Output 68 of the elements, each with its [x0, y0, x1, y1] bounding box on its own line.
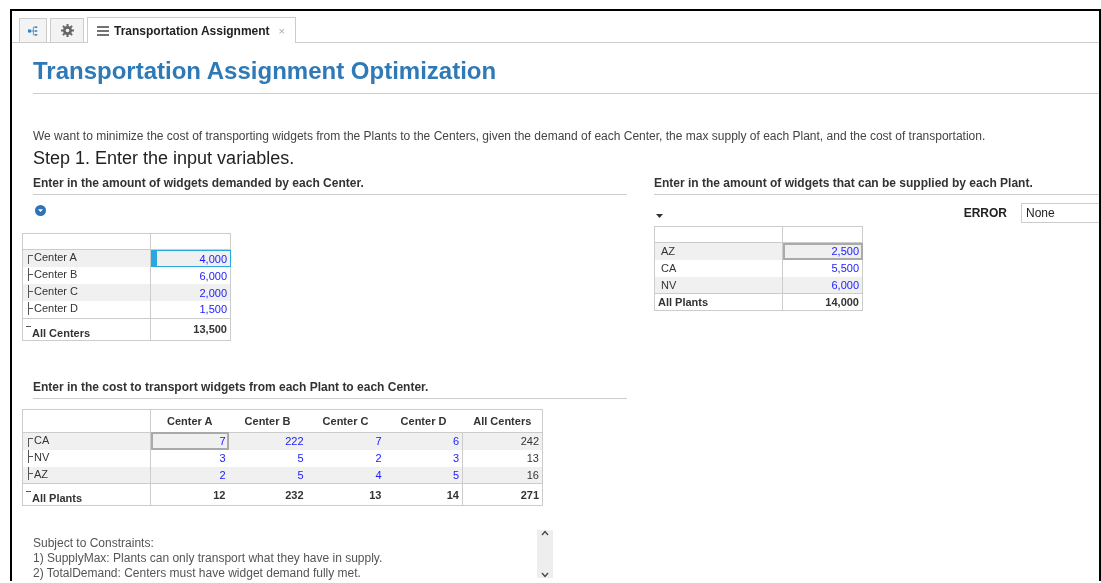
- field-label: ERROR: [963, 206, 1007, 220]
- dropdown-icon[interactable]: [656, 214, 663, 218]
- input-cell[interactable]: 3: [150, 449, 229, 467]
- tree-line-icon: [26, 325, 31, 330]
- tree-line-icon: [28, 267, 33, 281]
- description: We want to minimize the cost of transporting widgets from the Plants to the Centers, given the demand of each Center, the max supply of each Plant, and the cost of transportation.: [33, 129, 987, 143]
- settings-icon: [60, 24, 74, 37]
- total-label: All Centers: [32, 325, 91, 340]
- expand-icon[interactable]: [35, 205, 46, 216]
- input-cell[interactable]: 5: [228, 449, 307, 467]
- total-cell: 14: [384, 483, 463, 506]
- tree-line-icon: [28, 450, 33, 464]
- tree-line-icon: [26, 491, 31, 495]
- input-cell[interactable]: 3: [384, 449, 463, 467]
- scroll-up-icon[interactable]: [541, 530, 549, 536]
- row-label: NV: [661, 277, 677, 292]
- tree-line-icon: [28, 467, 33, 480]
- row-label: AZ: [34, 466, 49, 481]
- settings-tab[interactable]: [50, 18, 84, 42]
- row-label: Center C: [34, 284, 79, 299]
- input-cell[interactable]: 1,500: [150, 301, 231, 318]
- row-label: Center D: [34, 301, 79, 315]
- total-label: All Plants: [658, 295, 709, 309]
- tree-line-icon: [28, 284, 33, 298]
- row-label: CA: [661, 261, 677, 275]
- section-heading: Enter in the amount of widgets that can be supplied by each Plant.: [654, 176, 1099, 195]
- tree-view-tab[interactable]: [19, 18, 47, 42]
- total-cell: 13: [306, 483, 385, 506]
- total-cell: 271: [462, 483, 543, 506]
- document-tab[interactable]: Transportation Assignment ×: [87, 17, 296, 43]
- row-label: AZ: [661, 244, 676, 259]
- column-header: Center B: [228, 409, 307, 432]
- input-cell[interactable]: 4: [306, 466, 385, 484]
- column-header: Center C: [306, 409, 385, 432]
- input-cell[interactable]: 2: [150, 466, 229, 484]
- total-cell: 232: [228, 483, 307, 506]
- tree-line-icon: [28, 437, 33, 447]
- tree-line-icon: [28, 255, 33, 264]
- input-cell[interactable]: 2,000: [150, 284, 231, 301]
- input-cell[interactable]: 2: [306, 449, 385, 467]
- input-cell[interactable]: 5: [384, 466, 463, 484]
- column-header: All Centers: [462, 409, 543, 432]
- total-cell: 13,500: [150, 318, 231, 340]
- total-cell: 13: [462, 449, 543, 467]
- row-label: Center B: [34, 267, 78, 282]
- input-cell[interactable]: 5: [228, 466, 307, 484]
- scrollbar[interactable]: [537, 530, 553, 578]
- row-label: Center A: [34, 250, 77, 264]
- row-label: CA: [34, 432, 50, 447]
- menu-icon: [97, 25, 109, 36]
- section-heading: Enter in the cost to transport widgets from each Plant to each Center.: [33, 379, 627, 399]
- total-cell: 14,000: [782, 293, 863, 311]
- page-title: Transportation Assignment Optimization: [33, 57, 1099, 94]
- row-label: NV: [34, 449, 50, 464]
- section-heading: Enter in the amount of widgets demanded by each Center.: [33, 176, 627, 195]
- total-cell: 16: [462, 466, 543, 484]
- total-cell: 12: [150, 483, 229, 506]
- scroll-down-icon[interactable]: [541, 572, 549, 578]
- total-label: All Plants: [32, 491, 83, 505]
- input-cell[interactable]: 5,500: [782, 259, 863, 277]
- input-cell[interactable]: 6,000: [782, 276, 863, 294]
- hierarchy-icon: [28, 24, 38, 37]
- error-field[interactable]: None: [1021, 203, 1099, 223]
- step-heading: Step 1. Enter the input variables.: [33, 148, 296, 169]
- column-header: Center D: [384, 409, 463, 432]
- tree-line-icon: [28, 301, 33, 315]
- constraints-text: Subject to Constraints: 1) SupplyMax: Plants can only transport what they have in supply. 2) TotalDemand: Centers must have widget demand fully met.: [33, 536, 383, 581]
- input-cell[interactable]: 7: [150, 432, 229, 450]
